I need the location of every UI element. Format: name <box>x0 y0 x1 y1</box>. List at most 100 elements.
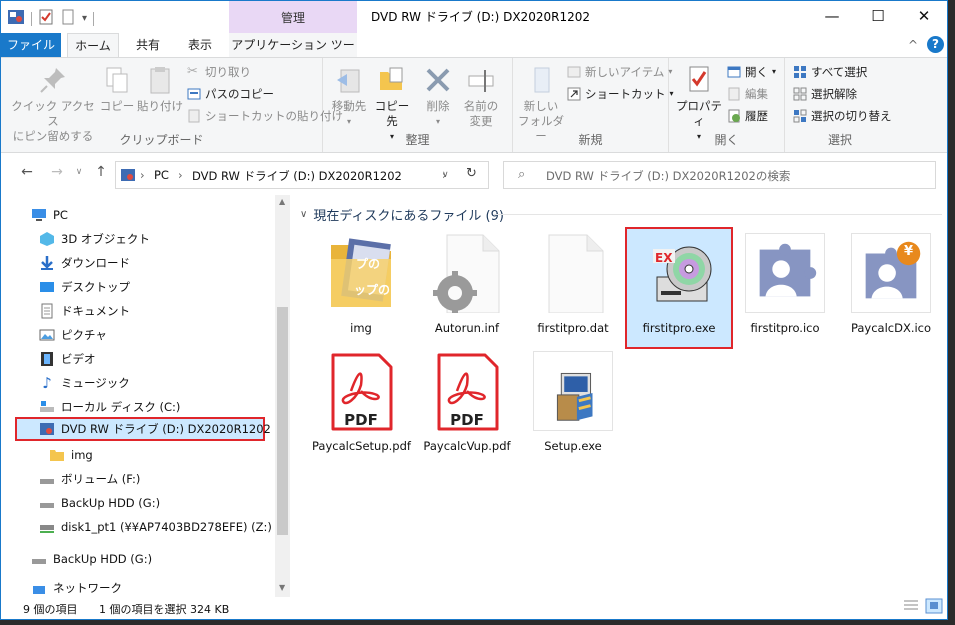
open-button[interactable]: 開く ▾ <box>727 62 776 82</box>
file-item-paycalcsetup-pdf[interactable]: PDF PaycalcSetup.pdf <box>312 347 411 459</box>
nav-item-backup-g[interactable]: BackUp HDD (G:) <box>39 491 160 515</box>
drive-icon <box>40 479 54 484</box>
nav-item-desktop[interactable]: デスクトップ <box>39 275 130 299</box>
address-bar[interactable]: › PC › DVD RW ドライブ (D:) DX2020R1202 › ∨ … <box>115 161 489 189</box>
download-arrow-icon <box>41 256 53 270</box>
nav-item-3d-objects[interactable]: 3D オブジェクト <box>39 227 150 251</box>
nav-item-volume-f[interactable]: ボリューム (F:) <box>39 467 140 491</box>
help-button[interactable]: ? <box>927 36 944 53</box>
dvd-drive-small-icon <box>121 169 135 181</box>
file-name: PaycalcVup.pdf <box>423 439 511 453</box>
file-item-autorun[interactable]: Autorun.inf <box>418 229 516 341</box>
clipboard-group-label: クリップボード <box>119 133 204 147</box>
puzzle-user-icon <box>745 233 825 313</box>
back-arrow-icon[interactable]: ← <box>15 164 39 180</box>
address-dropdown-icon[interactable]: ∨ <box>442 170 449 180</box>
delete-button[interactable]: 削除 ▾ <box>421 64 455 129</box>
ribbon-tabs: ファイル ホーム 共有 表示 アプリケーション ツール ^ ? <box>1 33 947 76</box>
file-item-img[interactable]: プの ップの img <box>312 229 410 341</box>
select-none-icon <box>793 87 807 101</box>
file-item-firstitpro-exe[interactable]: EX firstitpro.exe <box>625 227 733 349</box>
nav-item-img-folder[interactable]: img <box>49 443 93 467</box>
document-icon <box>41 303 53 319</box>
paste-button[interactable]: 貼り付け <box>137 64 183 114</box>
network-icon <box>33 586 45 594</box>
scroll-up-icon[interactable]: ▲ <box>279 197 285 206</box>
file-item-firstitpro-dat[interactable]: firstitpro.dat <box>524 229 622 341</box>
scissors-icon: ✂ <box>187 64 198 79</box>
chevron-down-icon: ∨ <box>300 209 308 220</box>
nav-item-downloads[interactable]: ダウンロード <box>39 251 130 275</box>
history-button[interactable]: 履歴 <box>727 106 768 126</box>
move-to-button[interactable]: 移動先 ▾ <box>329 64 369 129</box>
details-view-icon[interactable] <box>903 599 919 616</box>
tab-file[interactable]: ファイル <box>1 33 61 57</box>
nav-label: ミュージック <box>61 376 130 390</box>
nav-item-network[interactable]: ネットワーク <box>31 579 122 597</box>
nav-item-pc[interactable]: PC <box>31 203 68 227</box>
new-item-button[interactable]: 新しいアイテム ▾ <box>567 62 672 82</box>
collapse-ribbon-button[interactable]: ^ <box>905 33 921 57</box>
select-none-button[interactable]: 選択解除 <box>793 84 857 104</box>
cut-button[interactable]: ✂ 切り取り <box>187 62 251 82</box>
nav-item-backup-g-2[interactable]: BackUp HDD (G:) <box>31 547 152 571</box>
file-item-paycalcvup-pdf[interactable]: PDF PaycalcVup.pdf <box>418 347 516 459</box>
nav-item-network-z[interactable]: disk1_pt1 (¥¥AP7403BD278EFE) (Z:) <box>39 515 272 539</box>
new-shortcut-button[interactable]: ショートカット ▾ <box>567 84 674 104</box>
recent-dropdown-icon[interactable]: ∨ <box>67 167 91 177</box>
search-box[interactable]: ⌕ DVD RW ドライブ (D:) DX2020R1202の検索 <box>503 161 936 189</box>
folder-art-text: プの <box>356 257 381 271</box>
minimize-button[interactable]: — <box>809 1 855 33</box>
nav-item-dvd-drive[interactable]: DVD RW ドライブ (D:) DX2020R1202 <box>15 417 271 441</box>
folder-art-text-2: ップの <box>354 283 391 297</box>
desktop-icon <box>40 282 54 292</box>
copy-path-button[interactable]: パスのコピー <box>187 84 274 104</box>
nav-scrollbar-thumb[interactable] <box>277 307 288 535</box>
group-header[interactable]: ∨ 現在ディスクにあるファイル (9) <box>300 205 504 224</box>
nav-item-local-disk[interactable]: ローカル ディスク (C:) <box>39 395 180 419</box>
tab-view[interactable]: 表示 <box>177 33 223 57</box>
folder-icon <box>331 238 391 307</box>
tab-share[interactable]: 共有 <box>125 33 171 57</box>
copy-button[interactable]: コピー <box>99 64 135 114</box>
up-arrow-icon[interactable]: ↑ <box>89 164 113 180</box>
invert-selection-button[interactable]: 選択の切り替え <box>793 106 892 126</box>
properties-label: プロパティ <box>676 99 722 128</box>
file-item-paycalcdx-ico[interactable]: ¥ PaycalcDX.ico <box>842 229 940 341</box>
paste-shortcut-button[interactable]: ショートカットの貼り付け <box>187 106 343 126</box>
nav-label: ドキュメント <box>61 304 130 318</box>
nav-item-videos[interactable]: ビデオ <box>39 347 96 371</box>
file-item-setup-exe[interactable]: Setup.exe <box>524 347 622 459</box>
nav-label: ネットワーク <box>53 581 122 595</box>
refresh-icon[interactable]: ↻ <box>466 166 477 181</box>
file-name: Setup.exe <box>544 439 602 453</box>
nav-label: ビデオ <box>61 352 96 366</box>
manage-context-tab[interactable]: 管理 <box>229 1 357 33</box>
properties-check-icon[interactable] <box>38 9 54 28</box>
nav-item-pictures[interactable]: ピクチャ <box>39 323 107 347</box>
large-icons-view-icon[interactable] <box>925 598 943 617</box>
tab-app-tools[interactable]: アプリケーション ツール <box>229 33 357 76</box>
pictures-icon <box>39 329 55 341</box>
rename-button[interactable]: 名前の 変更 <box>459 64 503 129</box>
new-folder-small-icon[interactable] <box>60 9 76 28</box>
organize-group: 移動先 ▾ コピー先 ▾ 削除 ▾ 名前の 変更 整理 <box>323 58 513 152</box>
breadcrumb-drive[interactable]: DVD RW ドライブ (D:) DX2020R1202 <box>192 168 402 184</box>
nav-item-documents[interactable]: ドキュメント <box>39 299 130 323</box>
nav-item-music[interactable]: ♪ ミュージック <box>39 371 130 395</box>
video-film-icon <box>41 352 53 366</box>
forward-arrow-icon[interactable]: → <box>45 164 69 180</box>
qa-dropdown-icon[interactable]: ▾ <box>82 13 87 24</box>
paste-shortcut-icon <box>188 109 200 123</box>
maximize-button[interactable]: ☐ <box>855 1 901 33</box>
shortcut-icon <box>567 87 581 101</box>
breadcrumb-pc[interactable]: PC <box>154 168 169 182</box>
select-all-button[interactable]: すべて選択 <box>793 62 867 82</box>
edit-button[interactable]: 編集 <box>727 84 768 104</box>
group-divider <box>494 214 942 215</box>
close-button[interactable]: ✕ <box>901 1 947 33</box>
file-item-firstitpro-ico[interactable]: firstitpro.ico <box>736 229 834 341</box>
explorer-app-icon[interactable] <box>7 8 25 29</box>
scroll-down-icon[interactable]: ▼ <box>279 583 285 592</box>
tab-home[interactable]: ホーム <box>67 33 119 58</box>
